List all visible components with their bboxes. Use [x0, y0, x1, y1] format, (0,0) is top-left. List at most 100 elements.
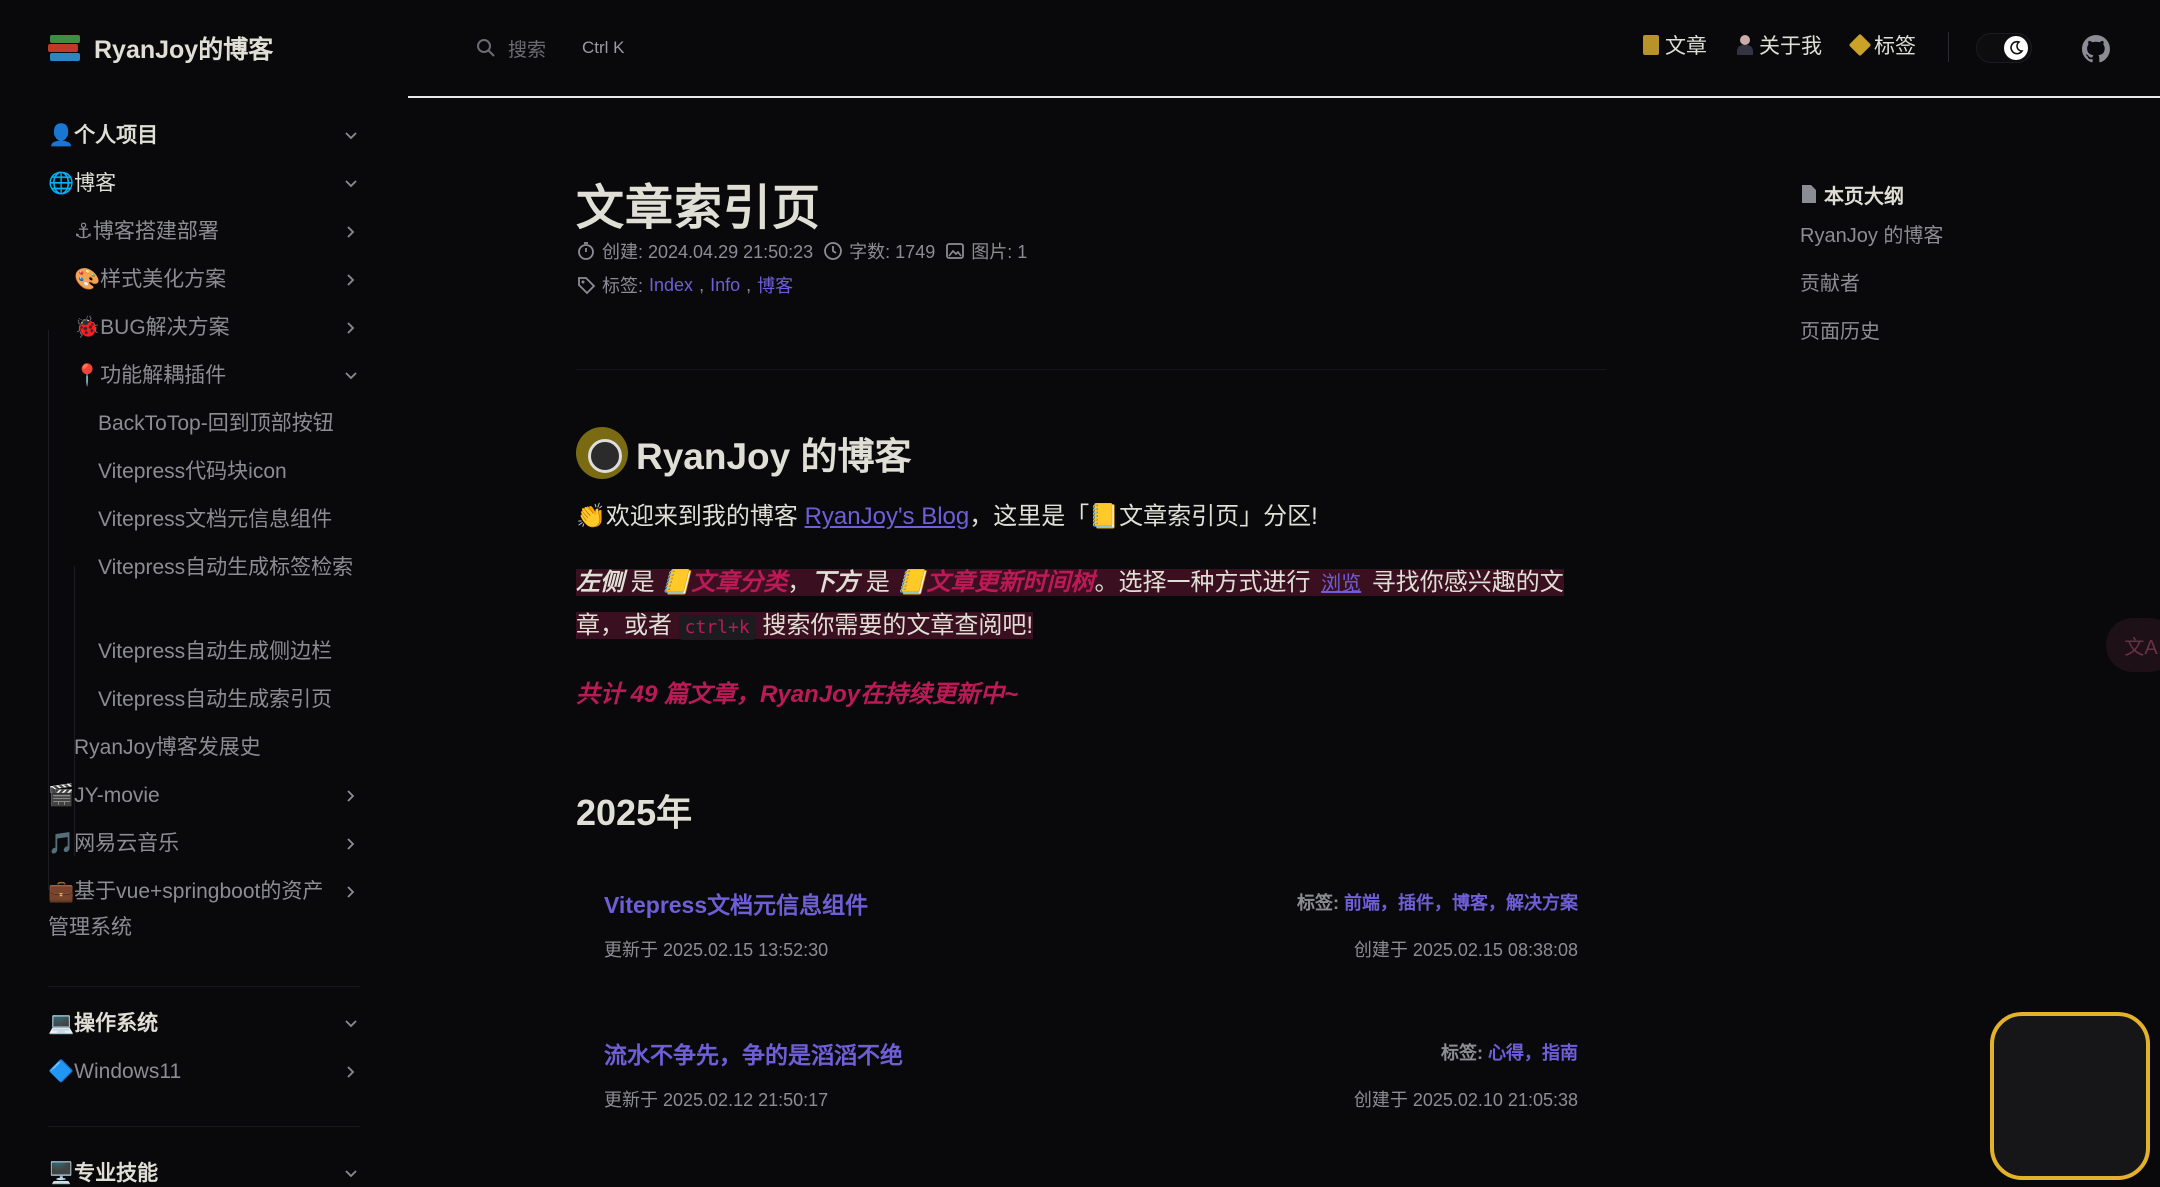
sidebar-item-blog[interactable]: 🌐博客 [48, 166, 358, 202]
guide-is: 是 [624, 569, 662, 596]
blog-heading: RyanJoy 的博客 [576, 426, 912, 480]
search-button[interactable]: 搜索 Ctrl K [460, 26, 660, 70]
outline-title: 本页大纲 [1800, 176, 2080, 212]
article-total: 共计 49 篇文章，RyanJoy在持续更新中~ [576, 681, 1019, 708]
guide-mid: 。选择一种方式进行 [1094, 569, 1318, 596]
outline-item[interactable]: 贡献者 [1800, 260, 2080, 308]
sidebar-item-netease-music[interactable]: 🎵网易云音乐 [48, 826, 358, 862]
article-created: 创建于 2025.02.15 08:38:08 [1353, 940, 1578, 960]
article-updated: 更新于 2025.02.15 13:52:30 [604, 940, 829, 960]
search-shortcut: Ctrl K [582, 38, 625, 57]
article-tags-label: 标签: [1297, 893, 1344, 913]
shortcut-code: ctrl+k [678, 615, 756, 640]
sidebar-item-label: RyanJoy博客发展史 [74, 736, 261, 759]
books-logo-icon [48, 31, 82, 65]
sidebar-item-label: BackToTop-回到顶部按钮 [98, 412, 334, 435]
outline-item[interactable]: 页面历史 [1800, 308, 2080, 356]
sidebar-item-label: 🌐博客 [48, 172, 117, 195]
nav-tags-label: 标签 [1874, 35, 1916, 58]
guide-down: 下方 [811, 569, 860, 596]
article-created: 创建于 2025.02.10 21:05:38 [1353, 1090, 1578, 1110]
article-tags: 标签: Index, Info, 博客 [576, 272, 793, 298]
chat-widget[interactable] [1990, 1012, 2150, 1180]
image-icon [946, 243, 965, 259]
article-card[interactable]: Vitepress文档元信息组件 标签: 前端，插件，博客，解决方案 更新于 2… [576, 872, 1606, 992]
document-icon [1802, 185, 1816, 203]
theme-toggle[interactable] [1976, 33, 2032, 63]
chevron-right-icon [347, 226, 355, 238]
sidebar-item-asset-system[interactable]: 💼基于vue+springboot的资产管理系统 [48, 874, 358, 946]
nav-about[interactable]: 关于我 [1737, 30, 1822, 60]
intro-text: 👏欢迎来到我的博客 [576, 503, 805, 530]
tag-link-blog[interactable]: 博客 [757, 272, 793, 298]
sidebar-item-label: 🎬JY-movie [48, 784, 160, 807]
site-title: RyanJoy的博客 [94, 36, 274, 64]
tag-separator: , [699, 274, 705, 295]
page-outline: 本页大纲 RyanJoy 的博客 贡献者 页面历史 [1800, 176, 2080, 356]
avatar [576, 427, 628, 479]
sidebar-divider [48, 986, 360, 987]
chevron-down-icon [345, 1170, 357, 1178]
sidebar-item-auto-sidebar[interactable]: Vitepress自动生成侧边栏 [98, 634, 358, 670]
sidebar-item-label: 💻操作系统 [48, 1012, 159, 1035]
nav-articles-label: 文章 [1665, 35, 1707, 58]
sidebar-item-label: Vitepress代码块icon [98, 460, 287, 483]
sidebar-group-skills[interactable]: 🖥️专业技能 [48, 1156, 358, 1187]
sidebar-item-tag-search[interactable]: Vitepress自动生成标签检索 [98, 550, 358, 586]
sidebar-item-blog-deploy[interactable]: ⚓博客搭建部署 [74, 214, 358, 250]
search-placeholder: 搜索 [508, 39, 547, 61]
sidebar-item-windows11[interactable]: 🔷Windows11 [48, 1054, 358, 1090]
nav-links: 文章 关于我 标签 [1643, 30, 1916, 60]
sidebar-item-label: Vitepress文档元信息组件 [98, 508, 333, 531]
guide-comma: ， [787, 569, 812, 596]
article-card[interactable]: 流水不争先，争的是滔滔不绝 标签: 心得，指南 更新于 2025.02.12 2… [576, 1022, 1606, 1142]
brand-link[interactable]: RyanJoy的博客 [48, 30, 273, 66]
notebook-icon [1643, 35, 1659, 55]
nav-articles[interactable]: 文章 [1643, 30, 1707, 60]
chevron-right-icon [347, 790, 355, 802]
clock-icon [824, 242, 843, 260]
outline-item[interactable]: RyanJoy 的博客 [1800, 212, 2080, 260]
sidebar-item-backtotop[interactable]: BackToTop-回到顶部按钮 [98, 406, 358, 442]
github-icon[interactable] [2080, 33, 2112, 65]
stopwatch-icon [578, 242, 594, 260]
person-icon [1737, 35, 1753, 55]
search-icon [477, 39, 495, 57]
chevron-down-icon [345, 180, 357, 188]
blog-link[interactable]: RyanJoy's Blog [805, 503, 970, 530]
chevron-right-icon [347, 1066, 355, 1078]
article-title[interactable]: 流水不争先，争的是滔滔不绝 [604, 1036, 903, 1070]
translate-button[interactable]: 文A [2106, 618, 2160, 672]
outline-title-text: 本页大纲 [1824, 185, 1904, 208]
sidebar-item-label: Vitepress自动生成标签检索 [98, 556, 354, 579]
nav-tags[interactable]: 标签 [1848, 30, 1916, 60]
sidebar-item-history[interactable]: RyanJoy博客发展史 [74, 730, 358, 766]
sidebar-group-os[interactable]: 💻操作系统 [48, 1006, 358, 1042]
sidebar-item-doc-meta[interactable]: Vitepress文档元信息组件 [98, 502, 358, 538]
sidebar-item-style[interactable]: 🎨样式美化方案 [74, 262, 358, 298]
article-title[interactable]: Vitepress文档元信息组件 [604, 886, 868, 920]
sidebar-item-plugins[interactable]: 📍功能解耦插件 [74, 358, 358, 394]
sidebar-item-bug[interactable]: 🐞BUG解决方案 [74, 310, 358, 346]
sidebar-item-label: 👤个人项目 [48, 124, 159, 147]
sidebar-item-jy-movie[interactable]: 🎬JY-movie [48, 778, 358, 814]
article-tag-list[interactable]: 前端，插件，博客，解决方案 [1344, 893, 1578, 913]
tag-link-info[interactable]: Info [710, 275, 740, 296]
article-tags: 标签: 心得，指南 [1441, 1039, 1578, 1065]
browse-link[interactable]: 浏览 [1317, 573, 1365, 595]
sidebar: 👤个人项目 🌐博客 ⚓博客搭建部署 🎨样式美化方案 🐞BUG解决方案 📍功能解耦… [0, 96, 408, 1187]
sidebar-item-label: 🎵网易云音乐 [48, 832, 180, 855]
sidebar-item-label: 🔷Windows11 [48, 1060, 182, 1083]
sidebar-item-auto-index[interactable]: Vitepress自动生成索引页 [98, 682, 358, 718]
guide-is: 是 [859, 569, 897, 596]
article-tags: 标签: 前端，插件，博客，解决方案 [1297, 889, 1578, 915]
created-time: 创建: 2024.04.29 21:50:23 [602, 242, 814, 262]
guide-left: 左侧 [576, 569, 624, 596]
article-meta: 创建: 2024.04.29 21:50:23 字数: 1749 图片: 1 [576, 238, 1027, 264]
nav-divider [1948, 32, 1949, 62]
sidebar-item-codeblock-icon[interactable]: Vitepress代码块icon [98, 454, 358, 490]
sidebar-group-personal-projects[interactable]: 👤个人项目 [48, 118, 358, 154]
sidebar-item-label: Vitepress自动生成索引页 [98, 688, 333, 711]
article-tag-list[interactable]: 心得，指南 [1488, 1043, 1578, 1063]
tag-link-index[interactable]: Index [649, 275, 693, 296]
